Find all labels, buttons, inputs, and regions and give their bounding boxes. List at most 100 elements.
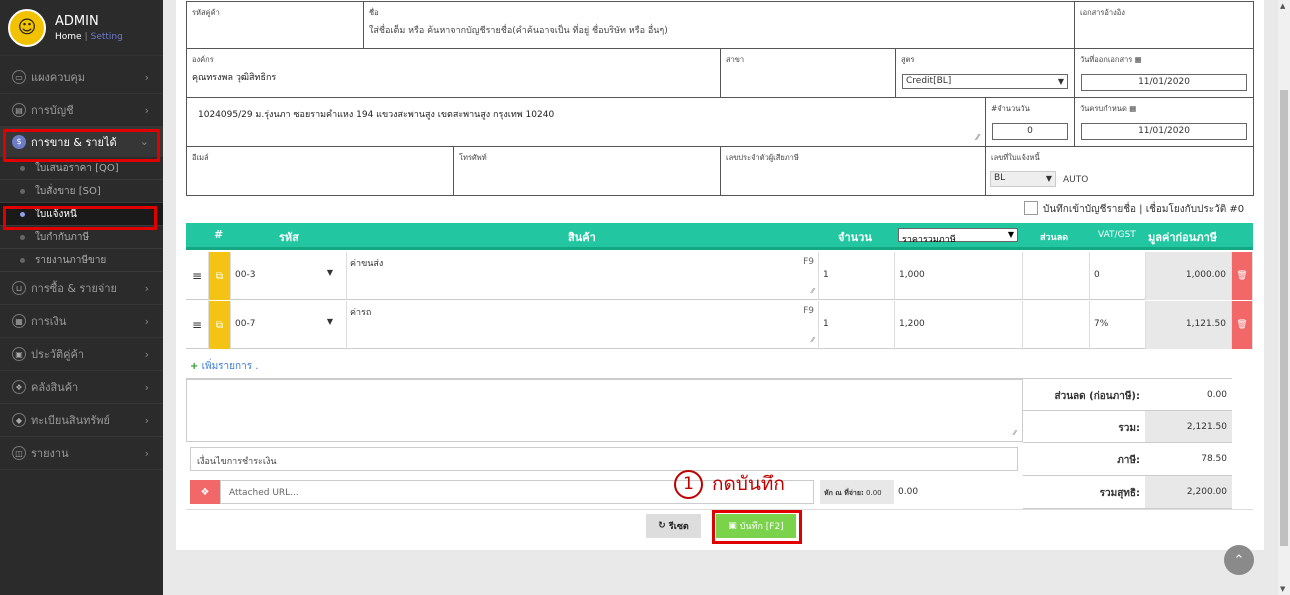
customer-name-cell[interactable]: ชื่อ ใส่ชื่อเต็ม หรือ ค้นหาจากบัญชีรายชื… (363, 1, 1075, 49)
email-label: อีเมล์ (192, 153, 209, 162)
discount-input[interactable] (1023, 252, 1090, 300)
sum-label: รวม: (1118, 423, 1140, 434)
vat-input[interactable]: 0 (1090, 252, 1146, 300)
add-item-link[interactable]: + เพิ่มรายการ . (190, 359, 258, 374)
issue-date-label: วันที่ออกเอกสาร (1080, 55, 1133, 64)
menu-sales[interactable]: $ การขาย & รายได้ ⌄ (0, 127, 163, 157)
submenu-label: ใบสั่งขาย [SO] (35, 185, 101, 197)
organization-cell[interactable]: องค์กร คุณทรงพล วุฒิสิทธิกร (186, 48, 721, 98)
tax-label: ภาษี: (1117, 455, 1140, 466)
menu-assets[interactable]: ◆ ทะเบียนสินทรัพย์ › (0, 404, 163, 437)
home-link[interactable]: Home (55, 32, 82, 42)
submenu-invoice[interactable]: ใบแจ้งหนี้ (0, 203, 163, 226)
menu-accounting[interactable]: ▤ การบัญชี › (0, 94, 163, 127)
drag-handle-icon[interactable]: ≡ (186, 252, 209, 300)
name-input[interactable]: ใส่ชื่อเต็ม หรือ ค้นหาจากบัญชีรายชื่อ(คำ… (369, 23, 1069, 37)
avatar[interactable]: ☺ (8, 8, 46, 47)
copy-icon[interactable]: ⧉ (209, 301, 231, 349)
price-input[interactable]: 1,200 (895, 301, 1023, 349)
taxid-cell[interactable]: เลขประจำตัวผู้เสียภาษี (720, 146, 986, 196)
submenu-label: ใบกำกับภาษี (35, 231, 90, 243)
scrollbar-thumb[interactable] (1280, 90, 1288, 546)
code-select[interactable]: 00-7 ▼ (231, 301, 347, 349)
monitor-icon: ▭ (12, 70, 26, 84)
resize-handle-icon[interactable]: ⁄⁄ (812, 287, 814, 295)
plus-icon: + (190, 361, 199, 372)
back-to-top-button[interactable]: ⌃ (1224, 545, 1254, 575)
link-separator: | (84, 31, 88, 42)
scroll-down-icon[interactable]: ▼ (1280, 585, 1285, 593)
report-icon: ◫ (12, 446, 26, 460)
submenu-sales-order[interactable]: ใบสั่งขาย [SO] (0, 180, 163, 203)
customer-code-cell[interactable]: รหัสคู่ค้า (186, 1, 364, 49)
scrollbar[interactable]: ▲ ▼ (1278, 0, 1290, 595)
drag-handle-icon[interactable]: ≡ (186, 301, 209, 349)
row-amount: 1,000.00 (1185, 270, 1226, 280)
invoice-prefix-select[interactable]: BL ▼ (990, 171, 1056, 187)
setting-link[interactable]: Setting (91, 32, 123, 42)
net-cell: 2,200.00 (1145, 476, 1232, 509)
menu-inventory[interactable]: ❖ คลังสินค้า › (0, 371, 163, 404)
chevron-right-icon: › (144, 103, 149, 117)
resize-handle-icon[interactable]: ⁄⁄ (976, 133, 979, 142)
tax-value: 78.50 (1201, 454, 1227, 464)
trash-icon[interactable]: 🗑 (1232, 301, 1253, 349)
discount-input[interactable] (1023, 301, 1090, 349)
diamond-icon: ◆ (12, 413, 26, 427)
row-code: 00-3 (235, 270, 256, 280)
reference-cell[interactable]: เอกสารอ้างอิง (1074, 1, 1254, 49)
qty-input[interactable]: 1 (819, 301, 895, 349)
row-hotkey: F9 (803, 257, 814, 267)
dropbox-icon[interactable]: ❖ (190, 480, 220, 504)
sum-cell: 2,121.50 (1145, 411, 1232, 443)
add-item-label: เพิ่มรายการ . (201, 361, 259, 372)
submenu-tax-invoice[interactable]: ใบกำกับภาษี (0, 226, 163, 249)
price-input[interactable]: 1,000 (895, 252, 1023, 300)
net-value: 2,200.00 (1186, 487, 1227, 497)
issue-date-input[interactable]: 11/01/2020 (1081, 74, 1247, 91)
price-type-select[interactable]: ราคารวมภาษี ▼ (898, 228, 1018, 245)
reset-button[interactable]: ↻ รีเซต (646, 514, 701, 538)
invoice-prefix-value: BL (994, 173, 1006, 183)
formula-value: Credit[BL] (906, 76, 952, 86)
withholding-value[interactable]: 0.00 (898, 487, 918, 497)
submenu-sales-tax-report[interactable]: รายงานภาษีขาย (0, 249, 163, 272)
org-input[interactable]: คุณทรงพล วุฒิสิทธิกร (192, 70, 715, 84)
menu-finance[interactable]: ▦ การเงิน › (0, 305, 163, 338)
menu-dashboard[interactable]: ▭ แผงควบคุม › (0, 61, 163, 94)
email-cell[interactable]: อีเมล์ (186, 146, 454, 196)
trash-icon[interactable]: 🗑 (1232, 252, 1253, 300)
menu-contacts[interactable]: ▣ ประวัติคู่ค้า › (0, 338, 163, 371)
bullet-icon (20, 257, 25, 263)
menu-purchases[interactable]: ⊔ การซื้อ & รายจ่าย › (0, 272, 163, 305)
product-input[interactable]: ค่าขนส่ง F9 ⁄⁄ (347, 252, 819, 300)
address-textarea[interactable]: 1024095/29 ม.รุ่งนภา ซอยรามคำแหง 194 แขว… (198, 107, 980, 121)
annotation-number: 1 (674, 469, 703, 499)
save-button[interactable]: ▣ บันทึก [F2] (716, 514, 796, 538)
phone-cell[interactable]: โทรศัพท์ (453, 146, 721, 196)
code-select[interactable]: 00-3 ▼ (231, 252, 347, 300)
copy-icon[interactable]: ⧉ (209, 252, 231, 300)
sum-label-cell: รวม: (1023, 411, 1145, 443)
row-price: 1,200 (899, 319, 925, 329)
due-date-input[interactable]: 11/01/2020 (1081, 123, 1247, 140)
vat-input[interactable]: 7% (1090, 301, 1146, 349)
days-input[interactable]: 0 (992, 123, 1068, 140)
save-contact-checkbox[interactable] (1024, 201, 1038, 215)
branch-cell[interactable]: สาขา (720, 48, 896, 98)
discount-total-label: ส่วนลด (ก่อนภาษี): (1054, 391, 1141, 402)
caret-down-icon: ▼ (1045, 174, 1052, 183)
address-cell[interactable]: 1024095/29 ม.รุ่งนภา ซอยรามคำแหง 194 แขว… (186, 97, 986, 147)
submenu-quotation[interactable]: ใบเสนอราคา [QO] (0, 157, 163, 180)
scroll-up-icon[interactable]: ▲ (1280, 2, 1285, 10)
payment-terms-input[interactable]: เงื่อนไขการชำระเงิน (190, 447, 1018, 471)
book-icon: ▤ (12, 103, 26, 117)
formula-select[interactable]: Credit[BL] ▼ (902, 74, 1068, 89)
resize-handle-icon[interactable]: ⁄⁄ (812, 336, 814, 344)
product-input[interactable]: ค่ารถ F9 ⁄⁄ (347, 301, 819, 349)
notes-textarea[interactable]: ⁄⁄ (186, 379, 1023, 442)
resize-handle-icon[interactable]: ⁄⁄ (1014, 429, 1016, 437)
qty-input[interactable]: 1 (819, 252, 895, 300)
row-price: 1,000 (899, 270, 925, 280)
menu-reports[interactable]: ◫ รายงาน › (0, 437, 163, 470)
